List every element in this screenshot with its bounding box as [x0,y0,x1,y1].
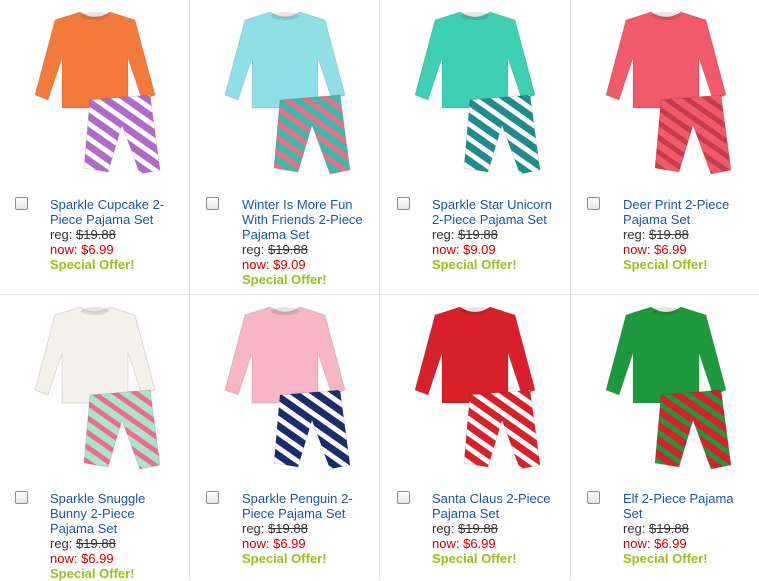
sale-price: now: $9.09 [432,242,496,257]
sale-price: now: $6.99 [623,242,687,257]
product-card: Winter Is More Fun With Friends 2-Piece … [190,0,379,294]
special-offer-badge[interactable]: Special Offer! [623,257,759,272]
product-card: Sparkle Star Unicorn 2-Piece Pajama Set … [380,0,570,294]
special-offer-badge[interactable]: Special Offer! [432,551,572,566]
compare-checkbox[interactable] [206,491,219,504]
product-name-link[interactable]: Sparkle Snuggle Bunny 2-Piece Pajama Set [50,491,190,536]
product-card: Deer Print 2-Piece Pajama Set reg: $19.8… [571,0,759,294]
product-card: Sparkle Penguin 2- Piece Pajama Set reg:… [190,295,379,579]
regular-price: reg: $19.88 [242,521,308,536]
regular-price: reg: $19.88 [432,227,498,242]
compare-checkbox[interactable] [587,491,600,504]
product-grid: Sparkle Cupcake 2- Piece Pajama Set reg:… [0,0,759,581]
product-card: Sparkle Snuggle Bunny 2-Piece Pajama Set… [0,295,190,581]
winter-friends-pajama-image[interactable] [190,0,380,185]
regular-price: reg: $19.88 [242,242,308,257]
sale-price: now: $6.99 [432,536,496,551]
compare-checkbox[interactable] [397,491,410,504]
sale-price: now: $6.99 [242,536,306,551]
compare-checkbox[interactable] [587,197,600,210]
product-card: Santa Claus 2-Piece Pajama Set reg: $19.… [380,295,570,579]
product-card: Sparkle Cupcake 2- Piece Pajama Set reg:… [0,0,189,294]
product-name-link[interactable]: Elf 2-Piece Pajama Set [623,491,759,521]
product-name-link[interactable]: Sparkle Penguin 2- Piece Pajama Set [242,491,382,521]
regular-price: reg: $19.88 [623,227,689,242]
special-offer-badge[interactable]: Special Offer! [432,257,572,272]
product-name-link[interactable]: Deer Print 2-Piece Pajama Set [623,197,759,227]
regular-price: reg: $19.88 [623,521,689,536]
sale-price: now: $9.09 [242,257,306,272]
regular-price: reg: $19.88 [432,521,498,536]
compare-checkbox[interactable] [15,491,28,504]
special-offer-badge[interactable]: Special Offer! [242,272,382,287]
compare-checkbox[interactable] [206,197,219,210]
special-offer-badge[interactable]: Special Offer! [50,257,190,272]
snuggle-bunny-pajama-image[interactable] [0,295,190,480]
sale-price: now: $6.99 [50,242,114,257]
star-unicorn-pajama-image[interactable] [380,0,570,185]
product-name-link[interactable]: Sparkle Star Unicorn 2-Piece Pajama Set [432,197,572,227]
cupcake-pajama-image[interactable] [0,0,190,185]
regular-price: reg: $19.88 [50,536,116,551]
regular-price: reg: $19.88 [50,227,116,242]
sale-price: now: $6.99 [50,551,114,566]
special-offer-badge[interactable]: Special Offer! [242,551,382,566]
product-name-link[interactable]: Winter Is More Fun With Friends 2-Piece … [242,197,382,242]
product-name-link[interactable]: Sparkle Cupcake 2- Piece Pajama Set [50,197,190,227]
sale-price: now: $6.99 [623,536,687,551]
compare-checkbox[interactable] [15,197,28,210]
product-card: Elf 2-Piece Pajama Set reg: $19.88 now: … [571,295,759,579]
elf-pajama-image[interactable] [571,295,759,480]
penguin-pajama-image[interactable] [190,295,380,480]
compare-checkbox[interactable] [397,197,410,210]
special-offer-badge[interactable]: Special Offer! [623,551,759,566]
deer-print-pajama-image[interactable] [571,0,759,185]
santa-claus-pajama-image[interactable] [380,295,570,480]
product-name-link[interactable]: Santa Claus 2-Piece Pajama Set [432,491,572,521]
